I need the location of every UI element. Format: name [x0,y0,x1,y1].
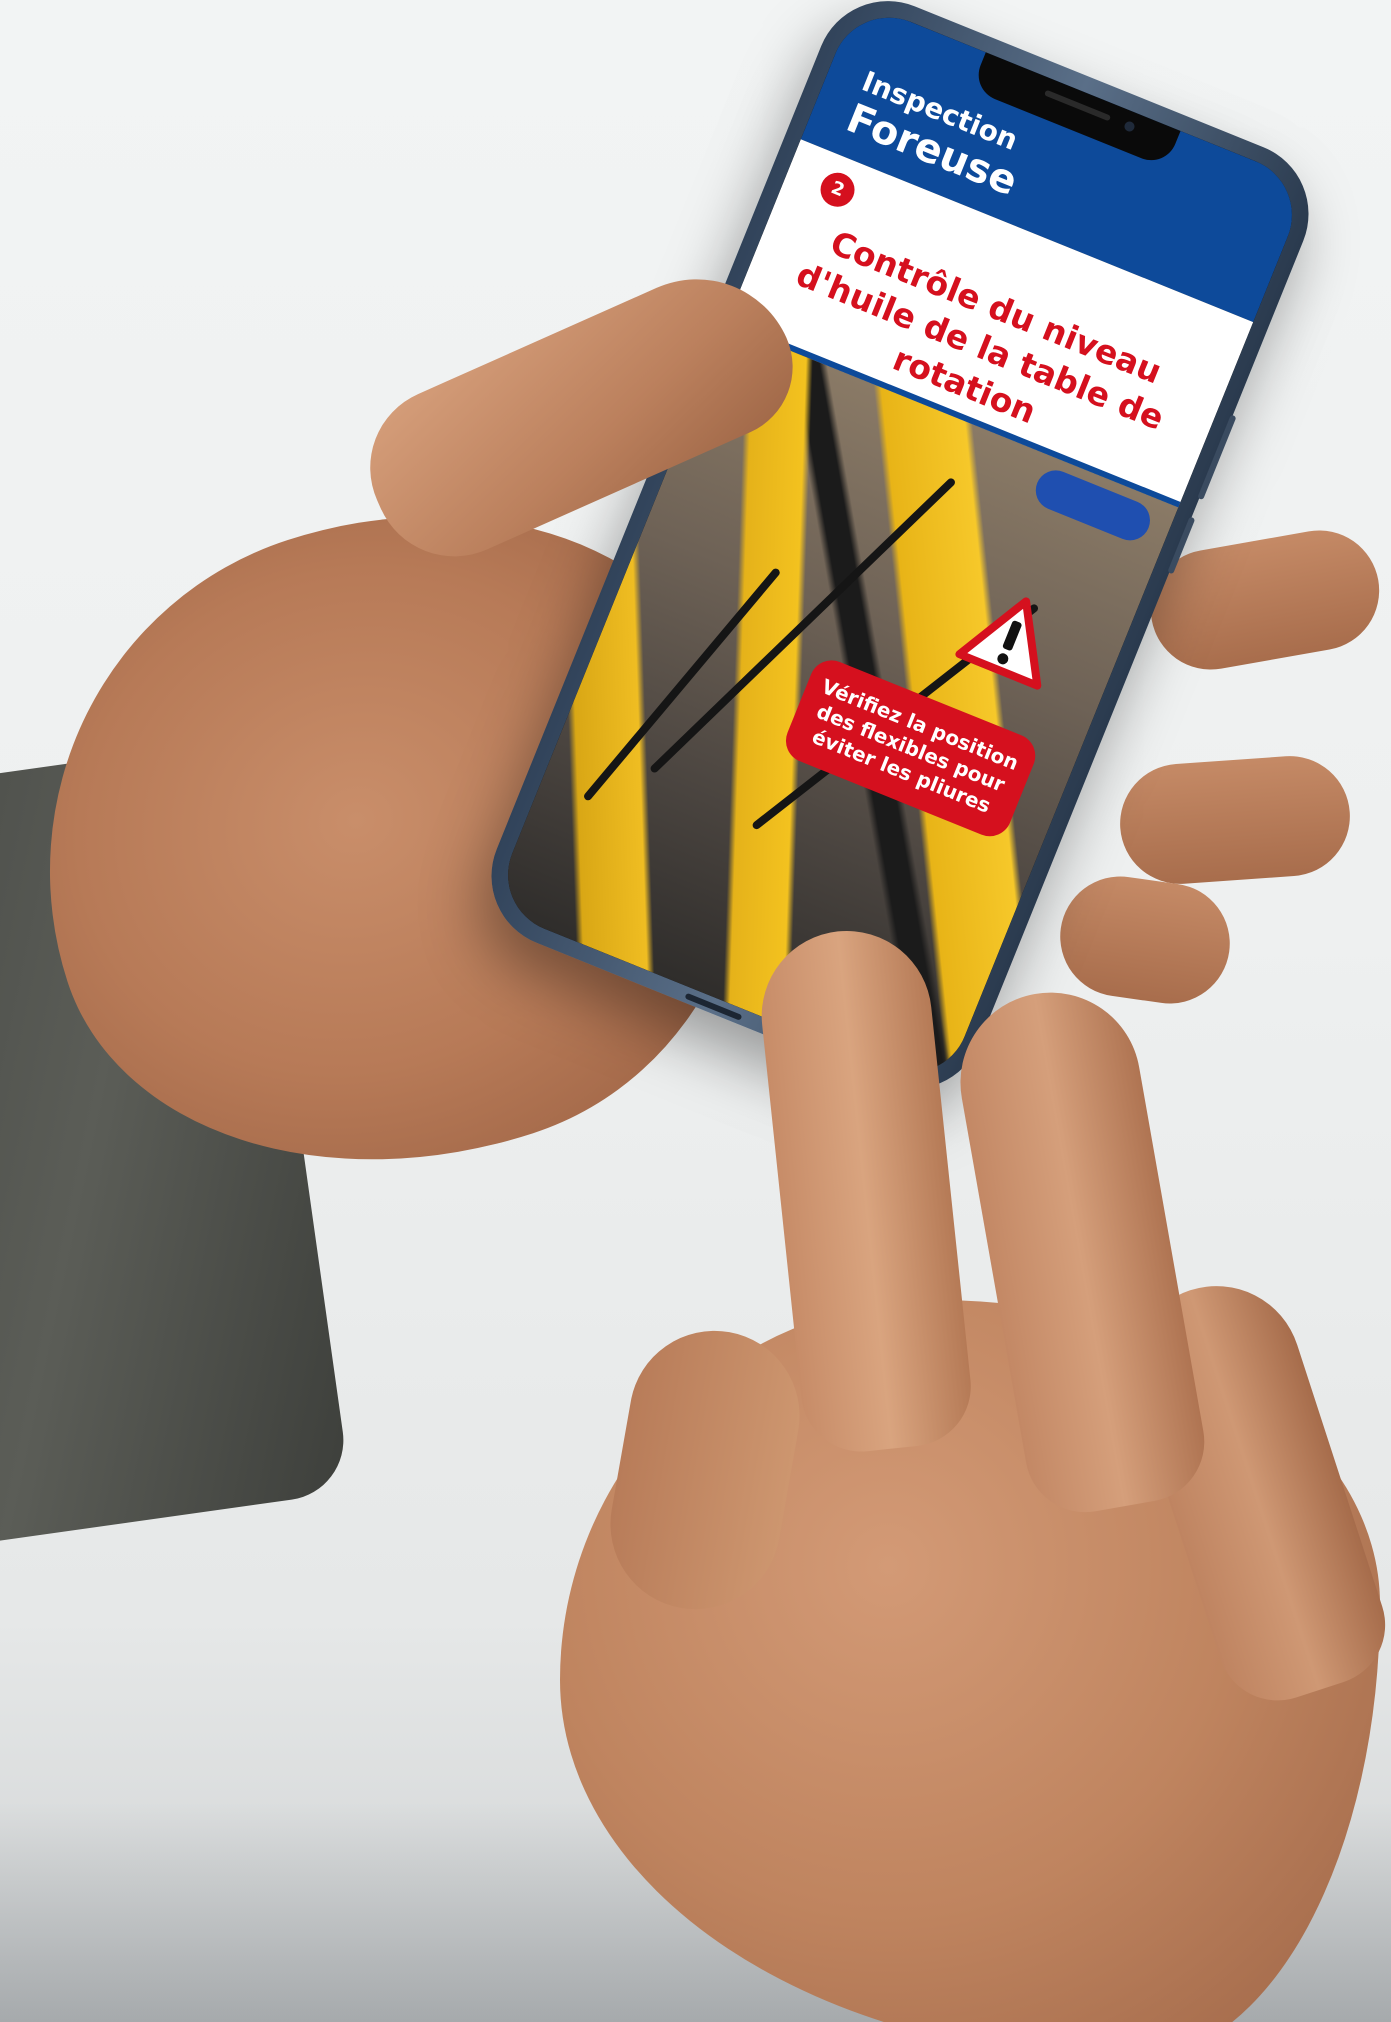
hose-warning-callout: Vérifiez la position des flexibles pour … [779,653,1042,843]
front-camera-icon [1122,119,1136,134]
photo-scene: Inspection Foreuse 2 Contrôle du niveau … [0,0,1391,2022]
left-hand-finger [1052,868,1238,1012]
warning-triangle-icon [955,597,1042,690]
step-number-badge: 2 [815,167,860,212]
left-hand-finger [1116,752,1354,888]
